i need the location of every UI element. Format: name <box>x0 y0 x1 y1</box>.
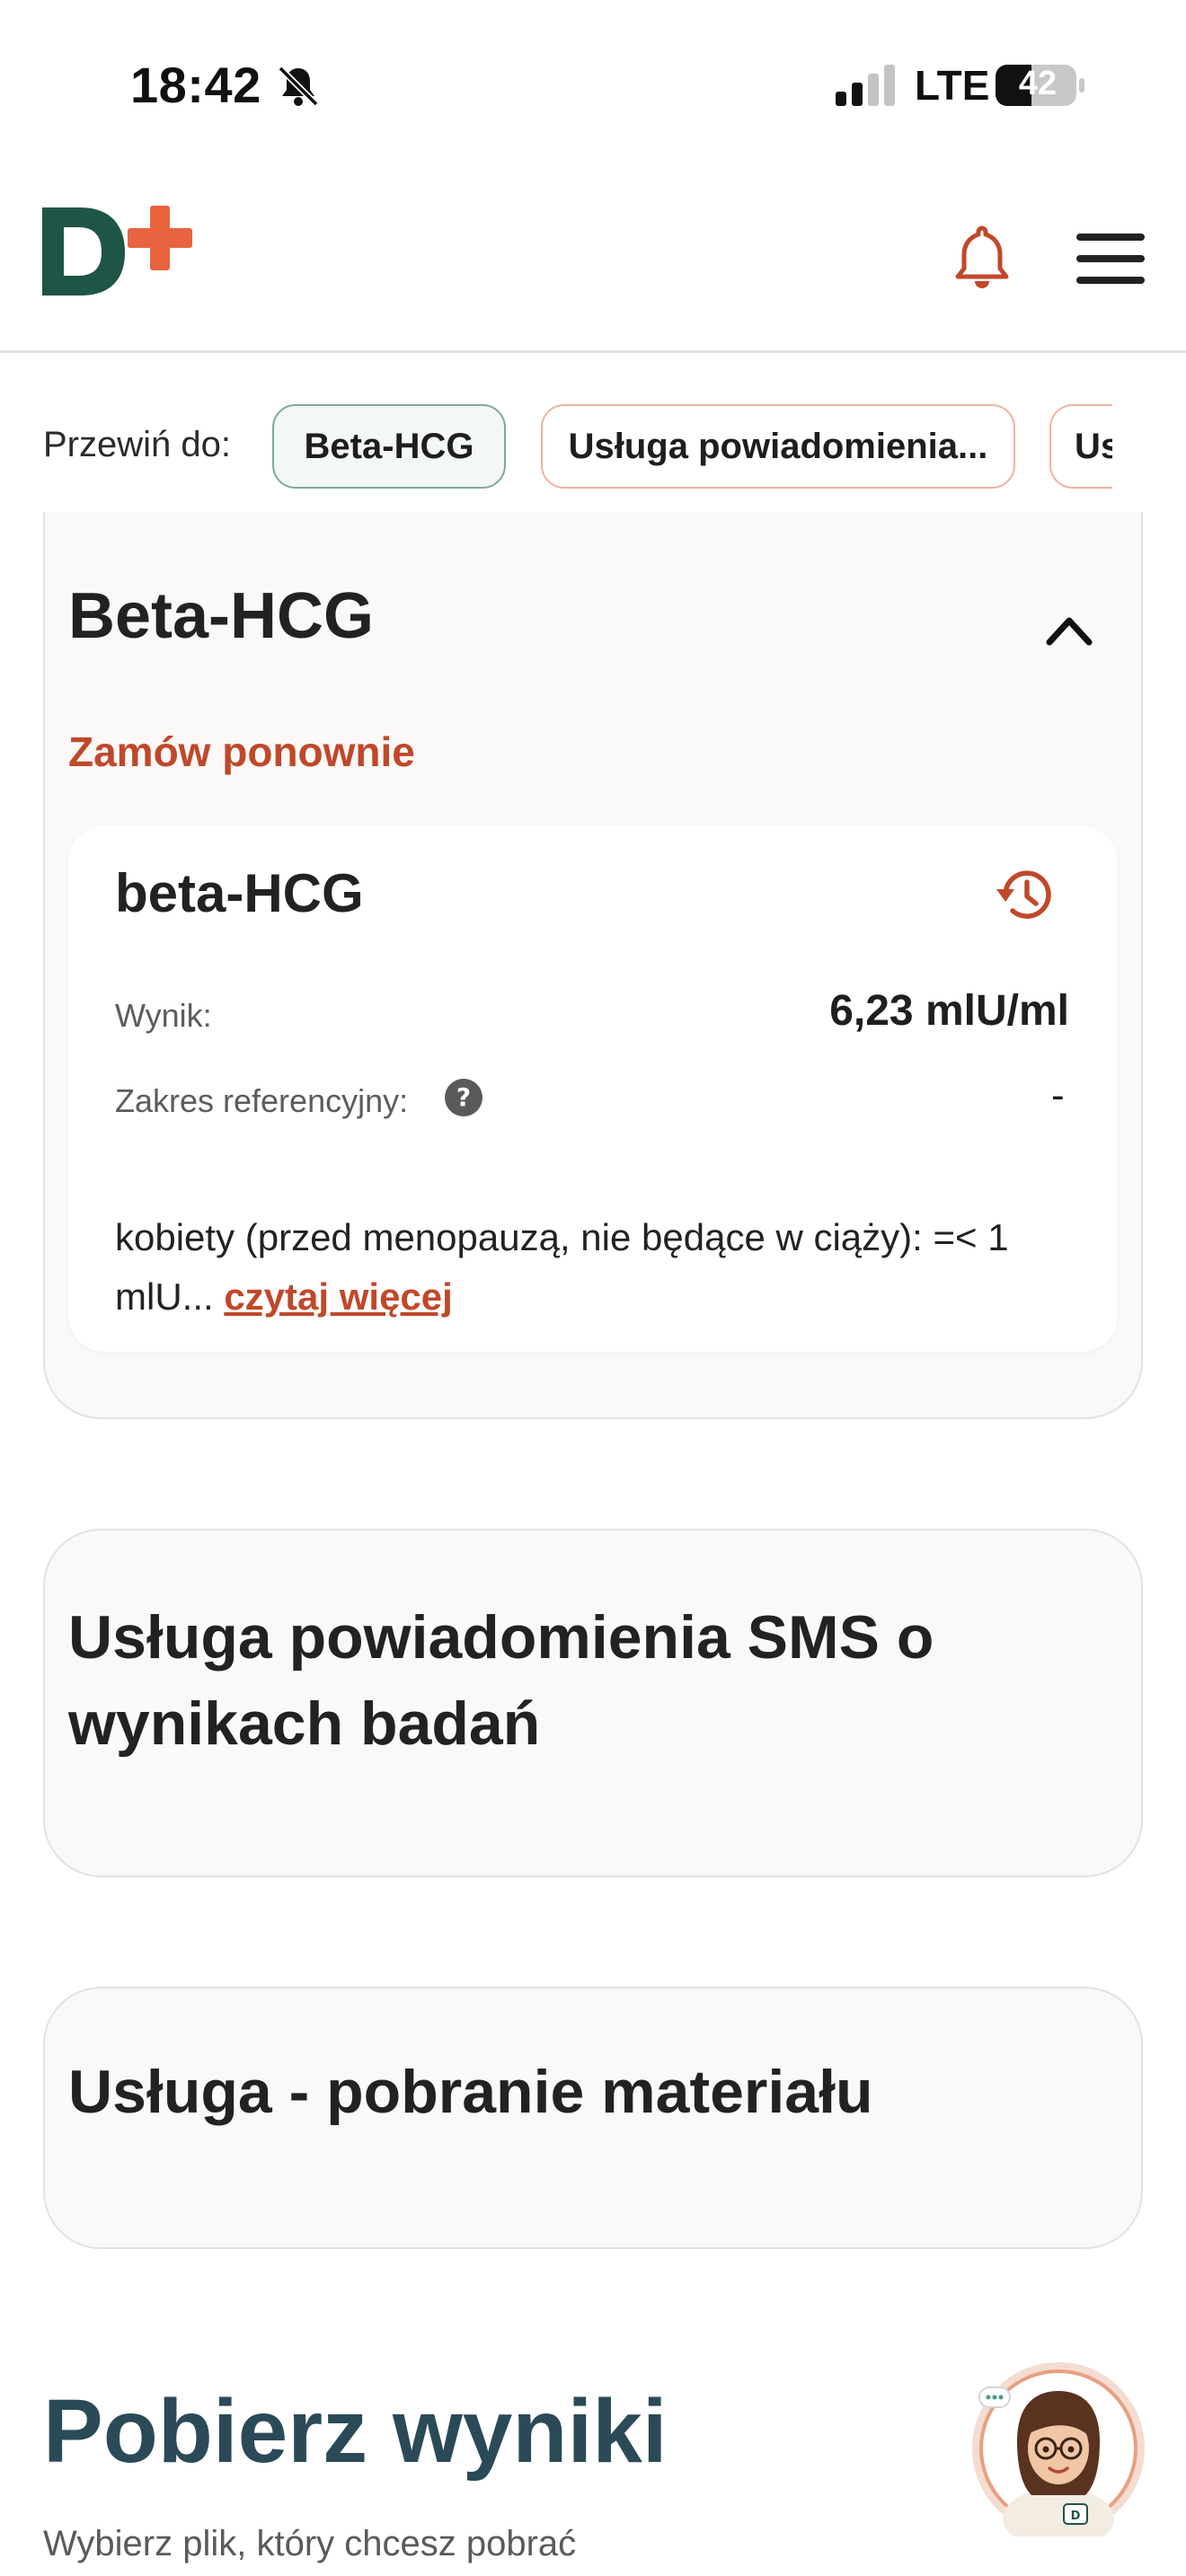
history-icon[interactable] <box>993 862 1058 927</box>
status-time: 18:42 <box>130 57 261 113</box>
network-type: LTE <box>915 62 990 109</box>
scroll-chip-sms-notification[interactable]: Usługa powiadomienia... <box>541 404 1015 489</box>
reference-range-value: - <box>1051 1073 1065 1117</box>
notifications-bell-icon[interactable] <box>952 225 1012 291</box>
dplus-logo[interactable] <box>40 202 193 301</box>
card-title[interactable]: Usługa powiadomienia SMS o wynikach bada… <box>68 1594 1057 1767</box>
download-results-title: Pobierz wyniki <box>43 2381 668 2482</box>
scroll-chip-beta-hcg[interactable]: Beta-HCG <box>272 404 506 489</box>
battery-level: 42 <box>1018 65 1058 102</box>
bell-muted-icon <box>278 66 319 107</box>
help-question-icon[interactable]: ? <box>444 1078 483 1117</box>
result-value: 6,23 mlU/ml <box>829 987 1069 1035</box>
svg-text:D: D <box>1071 2510 1081 2523</box>
reference-description: kobiety (przed menopauzą, nie będące w c… <box>115 1208 1031 1327</box>
scroll-chip-sample-collection[interactable]: Us <box>1049 404 1112 489</box>
result-label: Wynik: <box>115 997 212 1034</box>
reference-range-label: Zakres referencyjny: <box>115 1082 409 1119</box>
hamburger-menu-icon[interactable] <box>1076 232 1145 286</box>
download-results-subtitle: Wybierz plik, który chcesz pobrać <box>43 2524 577 2563</box>
cellular-signal-icon <box>836 65 895 106</box>
header-divider <box>0 350 1186 353</box>
test-name: beta-HCG <box>115 863 364 923</box>
assistant-avatar-button[interactable]: D <box>970 2360 1146 2536</box>
card-title[interactable]: Beta-HCG <box>68 579 374 653</box>
read-more-link[interactable]: czytaj więcej <box>224 1275 452 1318</box>
svg-text:?: ? <box>456 1082 471 1112</box>
reorder-link[interactable]: Zamów ponownie <box>68 728 415 776</box>
scroll-to-label: Przewiń do: <box>43 425 231 464</box>
chevron-up-icon[interactable] <box>1042 606 1096 651</box>
card-title[interactable]: Usługa - pobranie materiału <box>68 2057 873 2127</box>
